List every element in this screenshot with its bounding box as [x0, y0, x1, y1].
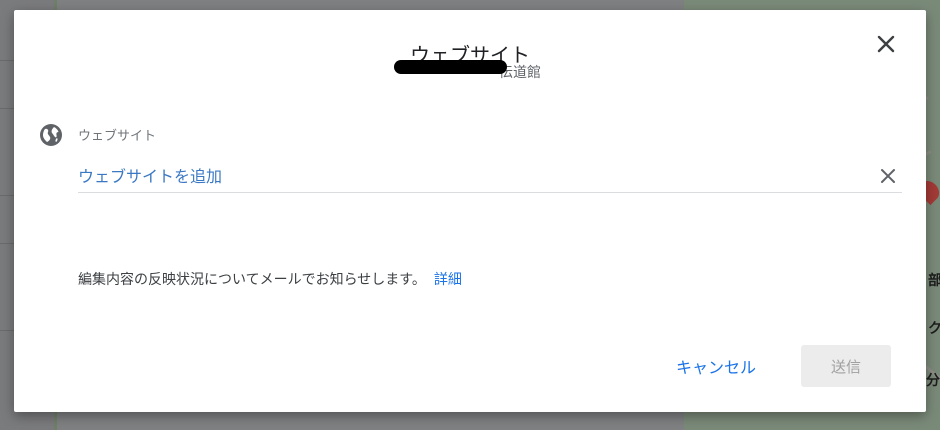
- clear-website-button[interactable]: [876, 164, 900, 188]
- map-label: ク: [928, 321, 940, 337]
- close-icon: [881, 169, 895, 183]
- notice-text: 編集内容の反映状況についてメールでお知らせします。: [78, 272, 426, 288]
- notification-notice: 編集内容の反映状況についてメールでお知らせします。 詳細: [78, 269, 462, 289]
- divider: [0, 60, 14, 61]
- cancel-button[interactable]: キャンセル: [664, 346, 768, 386]
- close-dialog-button[interactable]: [872, 30, 900, 58]
- submit-button[interactable]: 送信: [801, 345, 891, 387]
- divider: [0, 243, 14, 244]
- website-field-label: ウェブサイト: [78, 129, 157, 144]
- close-icon: [877, 35, 895, 53]
- redaction-mark: [394, 60, 507, 74]
- globe-icon: [40, 124, 62, 146]
- map-label: 分: [926, 373, 940, 389]
- divider: [0, 108, 14, 109]
- details-link[interactable]: 詳細: [434, 272, 462, 288]
- website-field: [78, 162, 902, 193]
- edit-website-dialog: ウェブサイト 伝道館 ウェブサイト 編集内容の反映状況についてメールでお知らせし…: [14, 10, 926, 412]
- website-input[interactable]: [78, 162, 858, 190]
- divider: [0, 330, 14, 331]
- map-label: 部: [928, 273, 940, 289]
- divider: [0, 195, 14, 196]
